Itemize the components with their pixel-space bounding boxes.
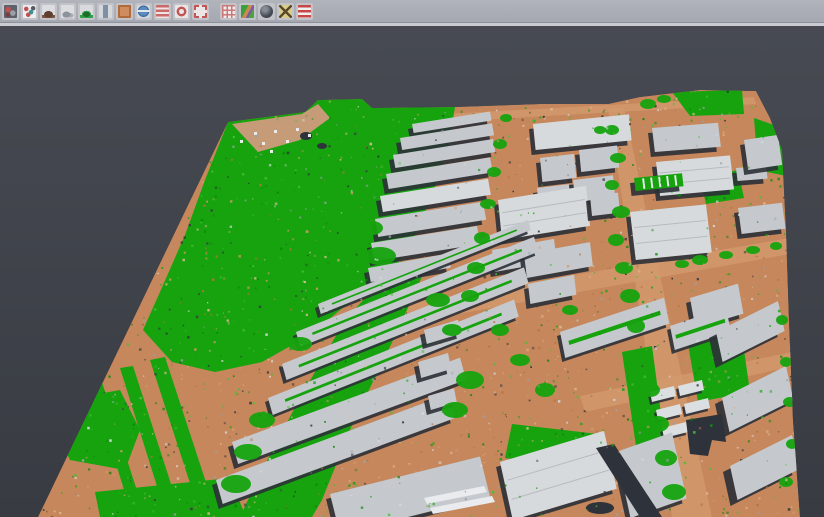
classified-points-icon[interactable]	[21, 3, 38, 20]
terrain-surface-icon-glyph	[42, 5, 55, 18]
terrain-surface-icon[interactable]	[40, 3, 57, 20]
render-scene-icon[interactable]	[2, 3, 19, 20]
terrain-gray-icon[interactable]	[59, 3, 76, 20]
zoom-extent-icon-glyph	[194, 5, 207, 18]
ortho-layer-icon-glyph	[118, 5, 131, 18]
marker-cross-icon[interactable]	[277, 3, 294, 20]
sphere-3d-icon-glyph	[260, 5, 273, 18]
classification-map-icon-glyph	[241, 5, 254, 18]
globe-view-icon-glyph	[137, 5, 150, 18]
target-circle-icon[interactable]	[173, 3, 190, 20]
toolbar-edge	[0, 22, 824, 26]
grid-icon[interactable]	[220, 3, 237, 20]
sphere-3d-icon[interactable]	[258, 3, 275, 20]
layer-stack-icon[interactable]	[154, 3, 171, 20]
profile-view-icon-glyph	[99, 5, 112, 18]
toolbar-separator	[210, 3, 219, 20]
zoom-extent-icon[interactable]	[192, 3, 209, 20]
render-scene-icon-glyph	[4, 5, 17, 18]
toolbar	[0, 0, 824, 22]
grid-icon-glyph	[222, 5, 235, 18]
viewport-3d-scene[interactable]	[0, 0, 824, 517]
classified-points-icon-glyph	[23, 5, 36, 18]
layer-stack-icon-glyph	[156, 5, 169, 18]
striped-layer-icon-glyph	[298, 5, 311, 18]
terrain-gray-icon-glyph	[61, 5, 74, 18]
terrain-vegetation-icon[interactable]	[78, 3, 95, 20]
globe-view-icon[interactable]	[135, 3, 152, 20]
terrain-vegetation-icon-glyph	[80, 5, 93, 18]
target-circle-icon-glyph	[175, 5, 188, 18]
classification-map-icon[interactable]	[239, 3, 256, 20]
striped-layer-icon[interactable]	[296, 3, 313, 20]
profile-view-icon[interactable]	[97, 3, 114, 20]
ortho-layer-icon[interactable]	[116, 3, 133, 20]
marker-cross-icon-glyph	[279, 5, 292, 18]
